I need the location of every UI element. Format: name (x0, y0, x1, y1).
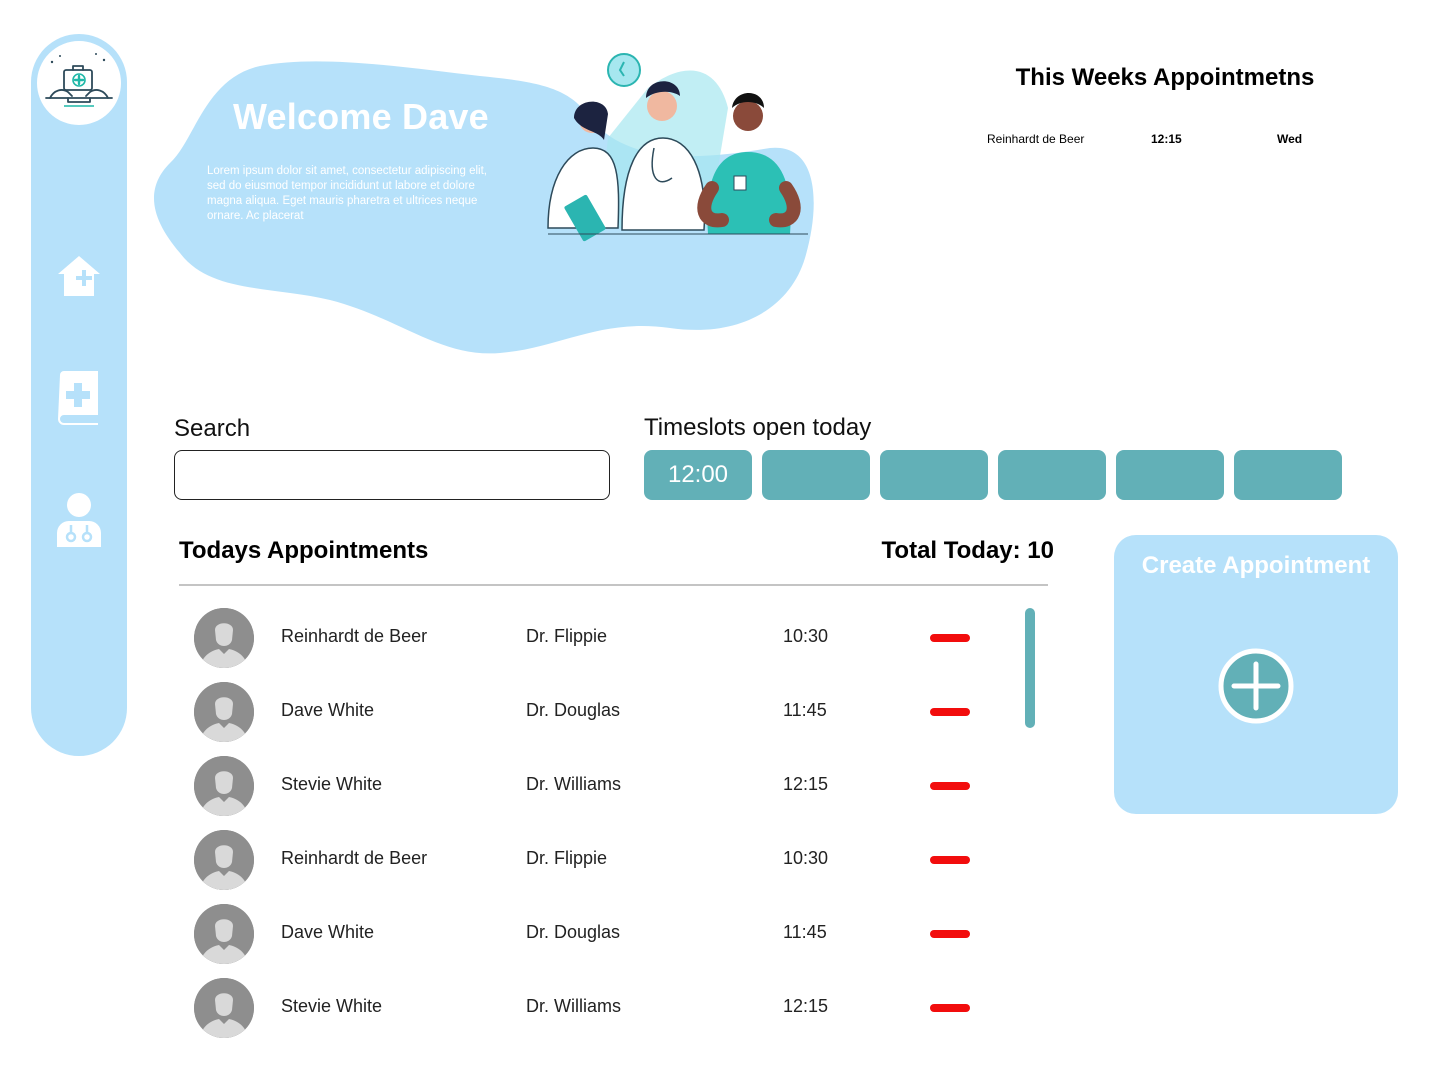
appointment-time: 12:15 (783, 774, 829, 794)
doctor-icon (57, 493, 101, 547)
todays-appointments-title: Todays Appointments (179, 537, 429, 564)
user-placeholder-icon (194, 904, 254, 964)
timeslot-button[interactable] (1116, 450, 1224, 500)
doctors-illustration (547, 53, 808, 242)
table-row[interactable]: Stevie White Dr. Williams 12:15 (179, 756, 999, 818)
appointment-time: 10:30 (783, 848, 829, 868)
doctor-name: Dr. Flippie (526, 626, 608, 646)
table-row[interactable]: Stevie White Dr. Williams 12:15 (179, 978, 999, 1040)
patient-name: Stevie White (281, 774, 383, 794)
patient-name: Reinhardt de Beer (281, 848, 428, 868)
user-placeholder-icon (194, 608, 254, 668)
week-appointment-row[interactable]: Reinhardt de Beer 12:15 Wed (960, 132, 1370, 150)
divider (179, 584, 1048, 586)
remove-appointment-button[interactable] (930, 856, 970, 864)
table-row[interactable]: Dave White Dr. Douglas 11:45 (179, 904, 999, 966)
sidebar (31, 34, 127, 756)
user-placeholder-icon (194, 978, 254, 1038)
table-row[interactable]: Reinhardt de Beer Dr. Flippie 10:30 (179, 608, 999, 670)
week-appointment-day: Wed (1277, 132, 1303, 146)
doctor-name: Dr. Williams (526, 996, 621, 1016)
timeslot-button[interactable] (762, 450, 870, 500)
patient-name: Stevie White (281, 996, 383, 1016)
week-appointments-title: This Weeks Appointmetns (1015, 64, 1315, 91)
clinic-logo[interactable] (34, 38, 124, 128)
sidebar-item-doctors[interactable] (55, 493, 103, 547)
avatar (194, 978, 254, 1038)
welcome-banner: Welcome Dave Lorem ipsum dolor sit amet,… (150, 48, 830, 358)
avatar (194, 904, 254, 964)
doctor-name: Dr. Douglas (526, 700, 621, 720)
total-today-count: Total Today: 10 (881, 537, 1054, 564)
timeslots-label: Timeslots open today (644, 414, 872, 441)
appointment-time: 11:45 (783, 700, 827, 720)
appointment-time: 12:15 (783, 996, 829, 1016)
doctor-name: Dr. Williams (526, 774, 621, 794)
avatar (194, 682, 254, 742)
medical-book-icon (58, 371, 98, 425)
doctor-name: Dr. Flippie (526, 848, 608, 868)
user-placeholder-icon (194, 830, 254, 890)
avatar (194, 830, 254, 890)
search-label: Search (174, 415, 251, 442)
remove-appointment-button[interactable] (930, 782, 970, 790)
timeslot-button[interactable] (880, 450, 988, 500)
clinic-logo-icon (45, 53, 113, 107)
patient-name: Dave White (281, 700, 375, 720)
remove-appointment-button[interactable] (930, 930, 970, 938)
avatar (194, 756, 254, 816)
week-appointment-name: Reinhardt de Beer (987, 132, 1085, 146)
remove-appointment-button[interactable] (930, 1004, 970, 1012)
appointments-scrollbar[interactable] (1025, 608, 1035, 728)
doctor-name: Dr. Douglas (526, 922, 621, 942)
timeslot-button[interactable]: 12:00 (644, 450, 752, 500)
dashboard-page: Welcome Dave Lorem ipsum dolor sit amet,… (0, 0, 1440, 1083)
week-appointment-time: 12:15 (1151, 132, 1182, 146)
timeslot-button[interactable] (998, 450, 1106, 500)
search-input[interactable] (174, 450, 610, 500)
patient-name: Reinhardt de Beer (281, 626, 428, 646)
welcome-text: Lorem ipsum dolor sit amet, consectetur … (207, 165, 487, 222)
home-icon (58, 256, 100, 296)
sidebar-item-records[interactable] (55, 371, 103, 425)
plus-circle-icon[interactable] (1218, 648, 1294, 724)
create-appointment-title: Create Appointment (1141, 552, 1371, 579)
appointment-time: 11:45 (783, 922, 827, 942)
table-row[interactable]: Reinhardt de Beer Dr. Flippie 10:30 (179, 830, 999, 892)
user-placeholder-icon (194, 756, 254, 816)
appointment-time: 10:30 (783, 626, 829, 646)
remove-appointment-button[interactable] (930, 634, 970, 642)
avatar (194, 608, 254, 668)
welcome-title: Welcome Dave (233, 96, 489, 137)
create-appointment-card[interactable]: Create Appointment (1114, 535, 1398, 814)
table-row[interactable]: Dave White Dr. Douglas 11:45 (179, 682, 999, 744)
timeslot-button[interactable] (1234, 450, 1342, 500)
user-placeholder-icon (194, 682, 254, 742)
remove-appointment-button[interactable] (930, 708, 970, 716)
sidebar-item-home[interactable] (55, 250, 103, 302)
patient-name: Dave White (281, 922, 375, 942)
